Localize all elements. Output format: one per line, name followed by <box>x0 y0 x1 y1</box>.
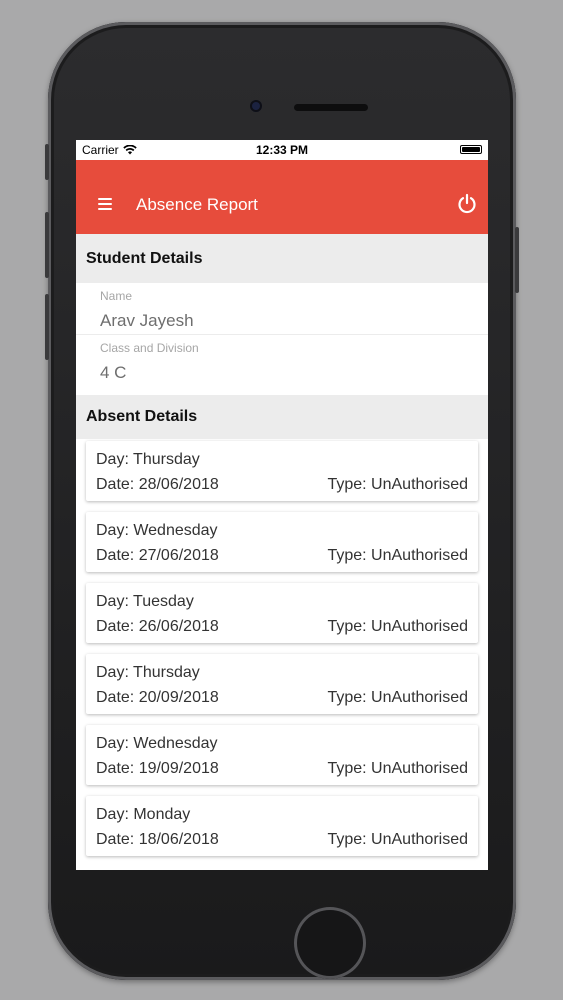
power-side-button <box>515 227 519 293</box>
status-bar: Carrier 12:33 PM <box>76 140 488 160</box>
absence-date: Date: 28/06/2018 <box>96 476 219 493</box>
absence-day: Day: Tuesday <box>96 593 194 610</box>
absence-date: Date: 27/06/2018 <box>96 547 219 564</box>
absence-type: Type: UnAuthorised <box>327 760 468 777</box>
absence-type: Type: UnAuthorised <box>327 547 468 564</box>
absence-day: Day: Wednesday <box>96 735 218 752</box>
absence-type: Type: UnAuthorised <box>327 618 468 635</box>
absence-list: Day: Thursday Date: 28/06/2018 Type: UnA… <box>76 439 488 856</box>
app-bar: Absence Report <box>76 160 488 234</box>
mute-switch <box>45 144 49 180</box>
home-button[interactable] <box>294 907 366 979</box>
absence-card[interactable]: Day: Thursday Date: 20/09/2018 Type: UnA… <box>86 654 478 714</box>
name-field: Name Arav Jayesh <box>76 283 488 335</box>
class-field: Class and Division 4 C <box>76 335 488 395</box>
absence-type: Type: UnAuthorised <box>327 831 468 848</box>
student-details-header: Student Details <box>76 234 488 283</box>
absence-date: Date: 26/06/2018 <box>96 618 219 635</box>
absence-card[interactable]: Day: Monday Date: 18/06/2018 Type: UnAut… <box>86 796 478 856</box>
absence-date: Date: 19/09/2018 <box>96 760 219 777</box>
class-value: 4 C <box>100 363 127 382</box>
absence-card[interactable]: Day: Thursday Date: 28/06/2018 Type: UnA… <box>86 441 478 501</box>
absence-card[interactable]: Day: Wednesday Date: 19/09/2018 Type: Un… <box>86 725 478 785</box>
absence-day: Day: Wednesday <box>96 522 218 539</box>
status-time: 12:33 PM <box>255 143 309 157</box>
absence-card[interactable]: Day: Wednesday Date: 27/06/2018 Type: Un… <box>86 512 478 572</box>
absence-day: Day: Thursday <box>96 664 200 681</box>
absence-type: Type: UnAuthorised <box>327 689 468 706</box>
app-screen: Carrier 12:33 PM Absence Report Student … <box>76 140 488 870</box>
hamburger-menu-icon[interactable] <box>98 198 112 210</box>
absence-type: Type: UnAuthorised <box>327 476 468 493</box>
battery-icon <box>460 145 482 154</box>
volume-up-button <box>45 212 49 278</box>
page-title: Absence Report <box>136 195 258 214</box>
absence-card[interactable]: Day: Tuesday Date: 26/06/2018 Type: UnAu… <box>86 583 478 643</box>
absence-date: Date: 18/06/2018 <box>96 831 219 848</box>
power-icon[interactable] <box>456 193 478 215</box>
front-camera <box>250 100 262 112</box>
name-value: Arav Jayesh <box>100 311 194 330</box>
absence-day: Day: Monday <box>96 806 191 823</box>
volume-down-button <box>45 294 49 360</box>
class-label: Class and Division <box>100 341 199 355</box>
absence-date: Date: 20/09/2018 <box>96 689 219 706</box>
absence-day: Day: Thursday <box>96 451 200 468</box>
earpiece-speaker <box>294 104 368 111</box>
name-label: Name <box>100 289 133 303</box>
absent-details-header: Absent Details <box>76 395 488 439</box>
